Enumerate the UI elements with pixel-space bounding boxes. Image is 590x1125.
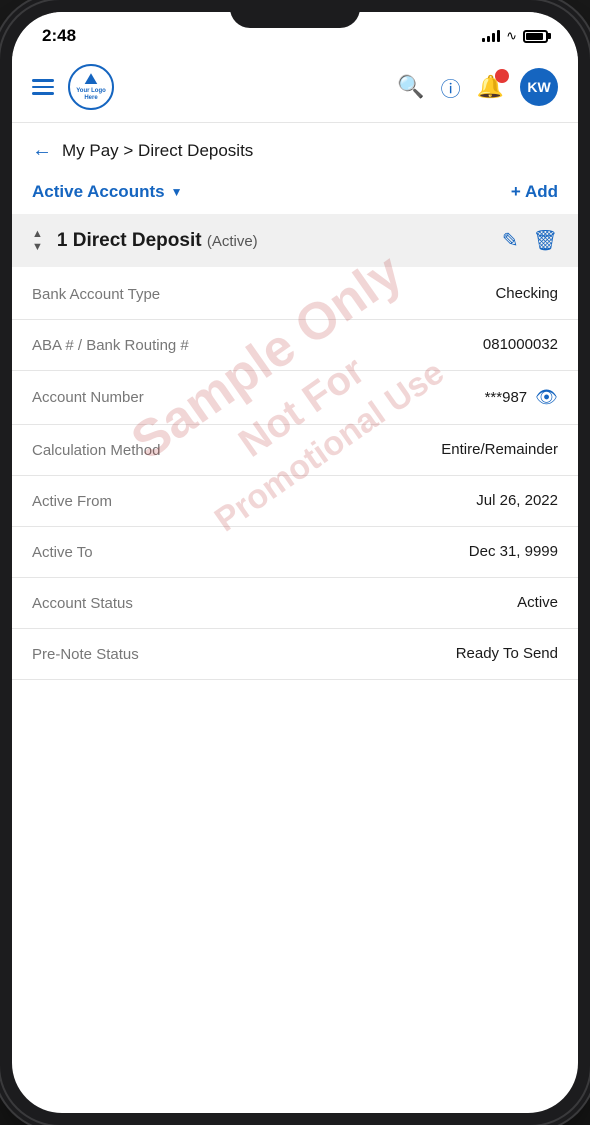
- add-button[interactable]: + Add: [511, 182, 558, 202]
- detail-value: Dec 31, 9999: [469, 543, 558, 560]
- detail-value-wrap: 081000032: [483, 336, 558, 354]
- detail-row: Account Status Active: [12, 578, 578, 629]
- detail-value-wrap: Active: [517, 594, 558, 612]
- battery-icon: [523, 30, 548, 43]
- notch: [230, 0, 360, 28]
- detail-label: Account Number: [32, 389, 144, 406]
- detail-row: Pre-Note Status Ready To Send: [12, 629, 578, 680]
- filter-row: Active Accounts ▼ + Add: [12, 174, 578, 214]
- detail-row: Bank Account Type Checking: [12, 269, 578, 320]
- deposit-card: ▲ ▼ 1 Direct Deposit (Active) ✎ 🗑: [12, 214, 578, 267]
- detail-value: ***987: [485, 389, 528, 406]
- active-accounts-label: Active Accounts: [32, 182, 165, 202]
- back-button[interactable]: ←: [32, 139, 52, 162]
- hamburger-icon[interactable]: [32, 79, 54, 95]
- dropdown-arrow-icon: ▼: [171, 185, 183, 199]
- detail-value-wrap: Dec 31, 9999: [469, 543, 558, 561]
- breadcrumb-path: My Pay > Direct Deposits: [62, 141, 253, 161]
- phone-screen: 2:48 ∿: [12, 12, 578, 1113]
- breadcrumb: ← My Pay > Direct Deposits: [12, 123, 578, 174]
- active-accounts-filter[interactable]: Active Accounts ▼: [32, 182, 182, 202]
- card-left: ▲ ▼ 1 Direct Deposit (Active): [32, 229, 258, 253]
- deposit-name: Direct Deposit: [73, 230, 202, 251]
- logo-mountain-icon: ⛰: [84, 72, 97, 88]
- notification-badge: [495, 69, 509, 83]
- deposit-number: 1: [57, 230, 68, 251]
- status-icons: ∿: [482, 28, 548, 44]
- detail-label: Account Status: [32, 595, 133, 612]
- status-time: 2:48: [42, 26, 76, 46]
- avatar[interactable]: KW: [520, 68, 558, 106]
- delete-icon[interactable]: 🗑: [533, 228, 558, 253]
- help-icon[interactable]: ⓘ: [441, 73, 461, 102]
- app-header: ⛰ Your Logo Here 🔍 ⓘ 🔔 KW: [12, 54, 578, 123]
- detail-value: Active: [517, 594, 558, 611]
- detail-row: Active From Jul 26, 2022: [12, 476, 578, 527]
- detail-row: Calculation Method Entire/Remainder: [12, 425, 578, 476]
- detail-label: Pre-Note Status: [32, 646, 139, 663]
- edit-icon[interactable]: ✎: [502, 228, 519, 253]
- notifications-icon[interactable]: 🔔: [477, 74, 504, 100]
- detail-label: Calculation Method: [32, 442, 160, 459]
- phone-frame: 2:48 ∿: [0, 0, 590, 1125]
- detail-label: ABA # / Bank Routing #: [32, 337, 189, 354]
- toggle-visibility-icon[interactable]: 👁: [535, 387, 558, 408]
- detail-label: Active From: [32, 493, 112, 510]
- wifi-icon: ∿: [506, 28, 517, 44]
- detail-value-wrap: Entire/Remainder: [441, 441, 558, 459]
- detail-value: 081000032: [483, 336, 558, 353]
- detail-value: Checking: [495, 285, 558, 302]
- card-actions: ✎ 🗑: [502, 228, 558, 253]
- deposit-title: 1 Direct Deposit (Active): [57, 230, 258, 252]
- detail-value-wrap: Jul 26, 2022: [476, 492, 558, 510]
- detail-value: Entire/Remainder: [441, 441, 558, 458]
- deposit-status-badge: (Active): [207, 233, 258, 250]
- logo-text: Your Logo Here: [70, 88, 112, 102]
- detail-value: Ready To Send: [456, 645, 558, 662]
- detail-value-wrap: Ready To Send: [456, 645, 558, 663]
- detail-label: Active To: [32, 544, 93, 561]
- sort-arrows-icon[interactable]: ▲ ▼: [32, 229, 43, 253]
- logo[interactable]: ⛰ Your Logo Here: [68, 64, 114, 110]
- search-icon[interactable]: 🔍: [397, 74, 424, 100]
- detail-value: Jul 26, 2022: [476, 492, 558, 509]
- detail-section: Bank Account Type Checking ABA # / Bank Ro…: [12, 269, 578, 1113]
- detail-row: Active To Dec 31, 9999: [12, 527, 578, 578]
- detail-value-wrap: ***987 👁: [485, 387, 558, 408]
- detail-label: Bank Account Type: [32, 286, 160, 303]
- header-right: 🔍 ⓘ 🔔 KW: [397, 68, 558, 106]
- detail-row: ABA # / Bank Routing # 081000032: [12, 320, 578, 371]
- detail-value-wrap: Checking: [495, 285, 558, 303]
- header-left: ⛰ Your Logo Here: [32, 64, 114, 110]
- detail-row: Account Number ***987 👁: [12, 371, 578, 425]
- signal-icon: [482, 30, 500, 42]
